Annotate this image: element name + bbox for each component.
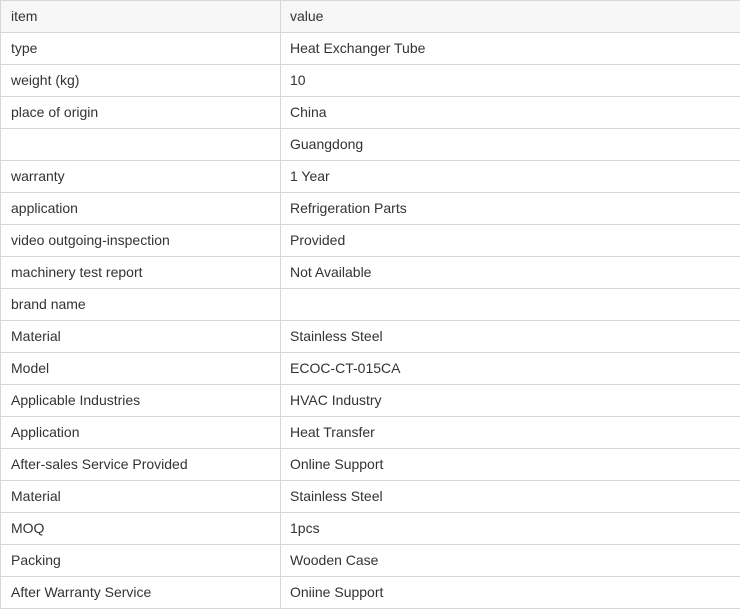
row-value-cell: Provided — [281, 225, 740, 257]
row-item-cell: After Warranty Service — [1, 577, 281, 609]
table-header-row: item value — [1, 1, 740, 33]
table-row: machinery test reportNot Available — [1, 257, 740, 289]
row-value-cell: Not Available — [281, 257, 740, 289]
row-item-cell: video outgoing-inspection — [1, 225, 281, 257]
table-row: warranty1 Year — [1, 161, 740, 193]
row-item-cell: Applicable Industries — [1, 385, 281, 417]
row-item-cell: type — [1, 33, 281, 65]
table-row: MaterialStainless Steel — [1, 321, 740, 353]
row-item-cell: weight (kg) — [1, 65, 281, 97]
table-row: After-sales Service ProvidedOnline Suppo… — [1, 449, 740, 481]
row-value-cell: 10 — [281, 65, 740, 97]
table-row: place of originChina — [1, 97, 740, 129]
table-row: MOQ1pcs — [1, 513, 740, 545]
table-row: MaterialStainless Steel — [1, 481, 740, 513]
table-row: typeHeat Exchanger Tube — [1, 33, 740, 65]
row-item-cell: place of origin — [1, 97, 281, 129]
row-item-cell — [1, 129, 281, 161]
table-row: Applicable IndustriesHVAC Industry — [1, 385, 740, 417]
table-row: After Warranty ServiceOniine Support — [1, 577, 740, 609]
header-value: value — [281, 1, 740, 33]
row-value-cell — [281, 289, 740, 321]
table-row: ModelECOC-CT-015CA — [1, 353, 740, 385]
row-item-cell: Material — [1, 321, 281, 353]
row-item-cell: Application — [1, 417, 281, 449]
row-item-cell: Model — [1, 353, 281, 385]
row-value-cell: Stainless Steel — [281, 321, 740, 353]
row-value-cell: China — [281, 97, 740, 129]
header-item: item — [1, 1, 281, 33]
table-row: PackingWooden Case — [1, 545, 740, 577]
table-row: applicationRefrigeration Parts — [1, 193, 740, 225]
row-value-cell: Heat Exchanger Tube — [281, 33, 740, 65]
row-value-cell: HVAC Industry — [281, 385, 740, 417]
row-item-cell: brand name — [1, 289, 281, 321]
table-row: video outgoing-inspectionProvided — [1, 225, 740, 257]
table-row: weight (kg)10 — [1, 65, 740, 97]
table-row: ApplicationHeat Transfer — [1, 417, 740, 449]
table-row: brand name — [1, 289, 740, 321]
row-value-cell: Online Support — [281, 449, 740, 481]
row-value-cell: 1pcs — [281, 513, 740, 545]
row-item-cell: machinery test report — [1, 257, 281, 289]
row-item-cell: application — [1, 193, 281, 225]
row-item-cell: After-sales Service Provided — [1, 449, 281, 481]
row-value-cell: 1 Year — [281, 161, 740, 193]
row-item-cell: warranty — [1, 161, 281, 193]
row-value-cell: Heat Transfer — [281, 417, 740, 449]
row-item-cell: Material — [1, 481, 281, 513]
row-value-cell: ECOC-CT-015CA — [281, 353, 740, 385]
specification-table-body: item value typeHeat Exchanger Tubeweight… — [1, 1, 740, 609]
row-item-cell: MOQ — [1, 513, 281, 545]
row-value-cell: Oniine Support — [281, 577, 740, 609]
table-row: Guangdong — [1, 129, 740, 161]
row-value-cell: Guangdong — [281, 129, 740, 161]
row-item-cell: Packing — [1, 545, 281, 577]
row-value-cell: Wooden Case — [281, 545, 740, 577]
row-value-cell: Refrigeration Parts — [281, 193, 740, 225]
row-value-cell: Stainless Steel — [281, 481, 740, 513]
specification-table: item value typeHeat Exchanger Tubeweight… — [0, 0, 740, 609]
